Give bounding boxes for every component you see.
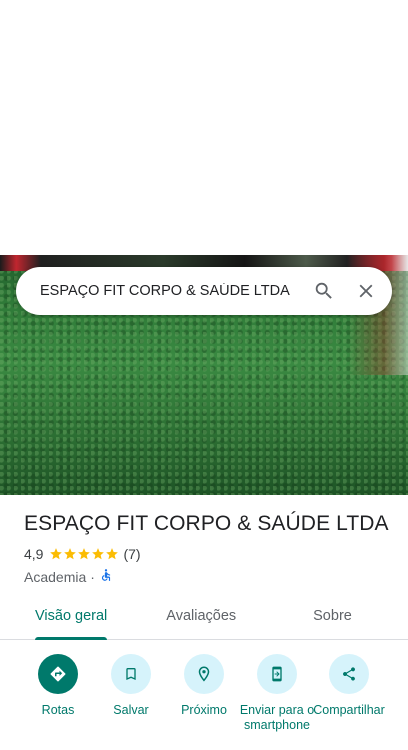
star-icon bbox=[78, 548, 91, 560]
send-to-phone-icon bbox=[257, 654, 297, 694]
tab-about[interactable]: Sobre bbox=[313, 598, 352, 639]
tab-reviews[interactable]: Avaliações bbox=[166, 598, 236, 639]
star-icon bbox=[106, 548, 119, 560]
bookmark-icon bbox=[111, 654, 151, 694]
tab-label: Avaliações bbox=[166, 608, 237, 624]
action-label: Rotas bbox=[41, 703, 75, 717]
share-button[interactable]: Compartilhar bbox=[311, 654, 387, 718]
action-label: Próximo bbox=[181, 703, 227, 717]
action-label: Salvar bbox=[113, 703, 149, 717]
star-icon bbox=[50, 548, 63, 560]
directions-button[interactable]: Rotas bbox=[20, 654, 96, 718]
rating-row[interactable]: 4,9 (7) bbox=[24, 546, 394, 562]
action-label: Compartilhar bbox=[313, 703, 385, 717]
category-label: Academia bbox=[24, 568, 87, 585]
rating-value: 4,9 bbox=[24, 546, 44, 562]
action-label: Enviar para o smartphone bbox=[239, 703, 315, 732]
search-icon[interactable] bbox=[304, 271, 344, 311]
share-icon bbox=[329, 654, 369, 694]
star-icon bbox=[64, 548, 77, 560]
close-icon[interactable] bbox=[346, 271, 386, 311]
rating-stars bbox=[49, 547, 119, 561]
nearby-button[interactable]: Próximo bbox=[166, 654, 242, 718]
tab-overview[interactable]: Visão geral bbox=[35, 598, 108, 640]
separator-dot: · bbox=[90, 568, 95, 585]
save-button[interactable]: Salvar bbox=[93, 654, 169, 718]
wheelchair-accessible-icon bbox=[99, 568, 113, 585]
active-tab-indicator bbox=[35, 637, 108, 640]
tab-label: Sobre bbox=[313, 608, 352, 624]
nearby-icon bbox=[184, 654, 224, 694]
place-title: ESPAÇO FIT CORPO & SAÚDE LTDA bbox=[24, 512, 389, 535]
place-tabs: Visão geral Avaliações Sobre bbox=[0, 598, 408, 640]
search-bar[interactable]: ESPAÇO FIT CORPO & SAÚDE LTDA bbox=[16, 267, 392, 315]
directions-icon bbox=[38, 654, 78, 694]
action-bar: Rotas Salvar Próximo Enviar para o smart… bbox=[0, 654, 408, 750]
map-area-blank bbox=[0, 0, 408, 255]
search-input[interactable]: ESPAÇO FIT CORPO & SAÚDE LTDA bbox=[40, 283, 304, 299]
review-count[interactable]: (7) bbox=[123, 546, 140, 562]
send-to-phone-button[interactable]: Enviar para o smartphone bbox=[239, 654, 315, 733]
tab-label: Visão geral bbox=[35, 608, 108, 624]
star-icon bbox=[92, 548, 105, 560]
place-info: ESPAÇO FIT CORPO & SAÚDE LTDA 4,9 (7) Ac… bbox=[24, 512, 394, 585]
category-row: Academia · bbox=[24, 568, 394, 585]
